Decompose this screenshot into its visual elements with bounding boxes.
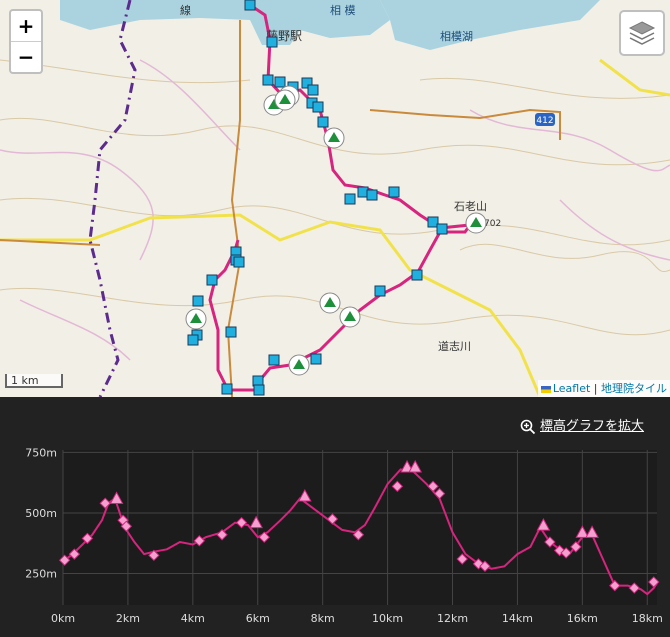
checkpoint-marker[interactable] <box>192 295 204 307</box>
x-tick-label: 14km <box>502 612 533 625</box>
lake-label: 相模湖 <box>440 30 473 43</box>
checkpoint-marker[interactable] <box>411 269 423 281</box>
x-tick-label: 18km <box>632 612 663 625</box>
river-label: 道志川 <box>438 339 471 353</box>
peak-marker[interactable] <box>274 89 296 111</box>
checkpoint-marker[interactable] <box>206 274 218 286</box>
checkpoint-marker[interactable] <box>225 326 237 338</box>
leaflet-link[interactable]: Leaflet <box>553 382 590 395</box>
checkpoint-marker[interactable] <box>388 186 400 198</box>
x-tick-label: 0km <box>51 612 75 625</box>
route-412-shield: 412 <box>535 113 555 126</box>
peak-marker[interactable] <box>323 127 345 149</box>
checkpoint-marker[interactable] <box>253 384 265 396</box>
checkpoint-marker[interactable] <box>268 354 280 366</box>
elevation-chart[interactable]: 250m 500m 750m 0km 2km 4km 6km 8km 10km 12km 14km… <box>0 440 670 637</box>
checkpoint-marker[interactable] <box>266 36 278 48</box>
map-tiles[interactable]: 藤野駅 相 模 相模湖 線 石老山 702 道志川 412 <box>0 0 670 397</box>
svg-text:412: 412 <box>536 116 553 126</box>
railway-label: 線 <box>180 3 191 17</box>
checkpoint-marker[interactable] <box>274 76 286 88</box>
peak-marker[interactable] <box>339 306 361 328</box>
lake-label-1: 相 模 <box>330 4 356 17</box>
peak-marker[interactable] <box>185 308 207 330</box>
layers-button[interactable] <box>619 10 665 56</box>
checkpoint-marker[interactable] <box>187 334 199 346</box>
map-view[interactable]: 藤野駅 相 模 相模湖 線 石老山 702 道志川 412 + − 1 km L… <box>0 0 670 397</box>
x-tick-label: 4km <box>181 612 205 625</box>
checkpoint-marker[interactable] <box>317 116 329 128</box>
zoom-control: + − <box>9 9 43 74</box>
ukraine-flag-icon <box>540 385 551 393</box>
peak-marker[interactable] <box>288 354 310 376</box>
checkpoint-marker[interactable] <box>244 0 256 11</box>
checkpoint-marker[interactable] <box>312 101 324 113</box>
y-tick-label: 250m <box>25 568 57 581</box>
checkpoint-marker[interactable] <box>233 256 245 268</box>
expand-graph-label: 標高グラフを拡大 <box>540 419 645 434</box>
checkpoint-marker[interactable] <box>221 383 233 395</box>
attribution: Leaflet | 地理院タイル <box>537 380 670 397</box>
gsi-tiles-link[interactable]: 地理院タイル <box>601 382 667 395</box>
peak-elevation-label: 702 <box>484 219 501 229</box>
y-tick-label: 500m <box>25 507 57 520</box>
checkpoint-marker[interactable] <box>366 189 378 201</box>
checkpoint-marker[interactable] <box>307 84 319 96</box>
checkpoint-marker[interactable] <box>374 285 386 297</box>
peak-marker[interactable] <box>465 212 487 234</box>
checkpoint-marker[interactable] <box>310 353 322 365</box>
layers-icon <box>628 21 656 45</box>
peak-marker[interactable] <box>319 292 341 314</box>
checkpoint-marker[interactable] <box>344 193 356 205</box>
scale-bar: 1 km <box>5 374 63 388</box>
expand-graph-link[interactable]: 標高グラフを拡大 <box>520 415 644 435</box>
y-tick-label: 750m <box>25 446 57 459</box>
x-tick-label: 6km <box>246 612 270 625</box>
zoom-in-icon <box>520 419 536 434</box>
zoom-out-button[interactable]: − <box>11 41 41 72</box>
checkpoint-marker[interactable] <box>262 74 274 86</box>
attribution-separator: | <box>593 382 598 395</box>
x-tick-label: 8km <box>311 612 335 625</box>
x-tick-label: 12km <box>437 612 468 625</box>
mountain-label: 石老山 <box>454 200 487 213</box>
x-tick-label: 16km <box>567 612 598 625</box>
x-tick-label: 10km <box>372 612 403 625</box>
checkpoint-marker[interactable] <box>436 223 448 235</box>
zoom-in-button[interactable]: + <box>11 11 41 41</box>
x-tick-label: 2km <box>116 612 140 625</box>
